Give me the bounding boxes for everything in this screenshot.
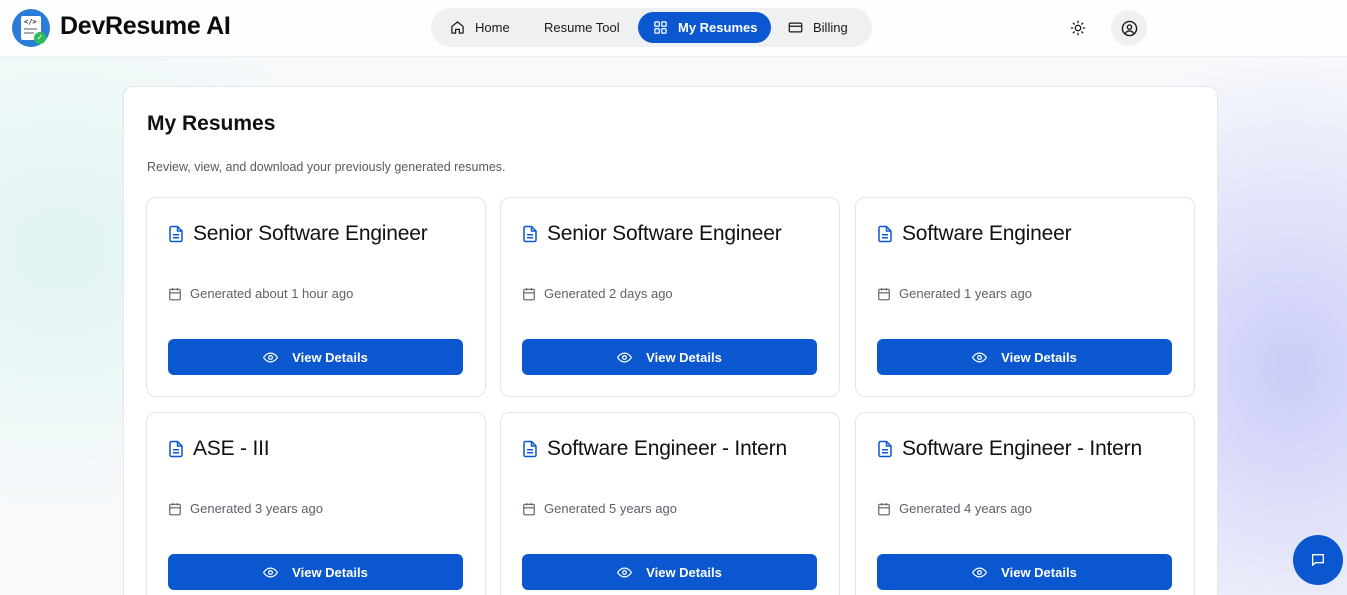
resume-card: Senior Software Engineer Generated about… bbox=[146, 197, 486, 397]
view-details-button[interactable]: View Details bbox=[877, 339, 1172, 375]
resume-card-title: Software Engineer - Intern bbox=[521, 437, 787, 461]
my-resumes-panel: My Resumes Review, view, and download yo… bbox=[123, 86, 1218, 595]
eye-icon bbox=[617, 351, 633, 363]
resume-card-date: Generated 3 years ago bbox=[168, 501, 323, 516]
resume-card-title: Senior Software Engineer bbox=[521, 222, 782, 246]
chat-icon bbox=[1312, 554, 1324, 566]
user-circle-icon bbox=[1121, 20, 1137, 36]
resume-card: Software Engineer Generated 1 years ago … bbox=[855, 197, 1195, 397]
nav-resume-tool[interactable]: Resume Tool bbox=[544, 12, 634, 43]
resume-card-title: Software Engineer bbox=[876, 222, 1072, 246]
resume-card-title: ASE - III bbox=[167, 437, 270, 461]
file-text-icon bbox=[523, 440, 537, 458]
file-text-icon bbox=[169, 440, 183, 458]
brand-name[interactable]: DevResume AI bbox=[60, 12, 231, 41]
chat-button[interactable] bbox=[1293, 535, 1343, 585]
resume-card-date: Generated 4 years ago bbox=[877, 501, 1032, 516]
calendar-icon bbox=[523, 287, 535, 300]
resume-card: Software Engineer - Intern Generated 4 y… bbox=[855, 412, 1195, 595]
nav-home[interactable]: Home bbox=[445, 12, 535, 43]
resume-card-date: Generated 5 years ago bbox=[522, 501, 677, 516]
calendar-icon bbox=[523, 502, 535, 515]
calendar-icon bbox=[878, 502, 890, 515]
file-text-icon bbox=[523, 225, 537, 243]
resume-card: Software Engineer - Intern Generated 5 y… bbox=[500, 412, 840, 595]
eye-icon bbox=[972, 351, 988, 363]
eye-icon bbox=[263, 566, 279, 578]
view-details-button[interactable]: View Details bbox=[522, 339, 817, 375]
nav-resume-tool-label: Resume Tool bbox=[544, 20, 620, 35]
eye-icon bbox=[263, 351, 279, 363]
view-details-button[interactable]: View Details bbox=[522, 554, 817, 590]
resume-card: ASE - III Generated 3 years ago View Det… bbox=[146, 412, 486, 595]
calendar-icon bbox=[169, 502, 181, 515]
nav-my-resumes-label: My Resumes bbox=[678, 20, 758, 35]
theme-toggle-button[interactable] bbox=[1060, 10, 1096, 46]
resume-card: Senior Software Engineer Generated 2 day… bbox=[500, 197, 840, 397]
resume-card-date: Generated 2 days ago bbox=[522, 286, 673, 301]
nav-home-label: Home bbox=[475, 20, 510, 35]
resume-card-date: Generated 1 years ago bbox=[877, 286, 1032, 301]
credit-card-icon bbox=[788, 22, 803, 33]
eye-icon bbox=[972, 566, 988, 578]
top-navbar: </> ✓ DevResume AI Home Resume Tool My R… bbox=[0, 0, 1347, 57]
grid-icon bbox=[654, 21, 667, 34]
page-title: My Resumes bbox=[147, 112, 276, 135]
app-logo[interactable]: </> ✓ bbox=[12, 9, 50, 47]
view-details-button[interactable]: View Details bbox=[168, 554, 463, 590]
calendar-icon bbox=[878, 287, 890, 300]
resume-card-title: Senior Software Engineer bbox=[167, 222, 428, 246]
view-details-button[interactable]: View Details bbox=[168, 339, 463, 375]
check-icon: ✓ bbox=[34, 32, 46, 44]
nav-billing-label: Billing bbox=[813, 20, 848, 35]
profile-button[interactable] bbox=[1111, 10, 1147, 46]
sun-icon bbox=[1070, 20, 1086, 36]
nav-billing[interactable]: Billing bbox=[788, 12, 868, 43]
eye-icon bbox=[617, 566, 633, 578]
file-text-icon bbox=[878, 440, 892, 458]
document-icon: </> ✓ bbox=[21, 16, 46, 44]
resume-card-title: Software Engineer - Intern bbox=[876, 437, 1142, 461]
file-text-icon bbox=[878, 225, 892, 243]
calendar-icon bbox=[169, 287, 181, 300]
home-icon bbox=[451, 21, 464, 34]
nav-my-resumes[interactable]: My Resumes bbox=[638, 12, 771, 43]
page-subtitle: Review, view, and download your previous… bbox=[147, 160, 506, 174]
view-details-button[interactable]: View Details bbox=[877, 554, 1172, 590]
resume-card-date: Generated about 1 hour ago bbox=[168, 286, 353, 301]
logo-code: </> bbox=[24, 18, 37, 26]
main-nav: Home Resume Tool My Resumes Billing bbox=[431, 8, 872, 47]
file-text-icon bbox=[169, 225, 183, 243]
